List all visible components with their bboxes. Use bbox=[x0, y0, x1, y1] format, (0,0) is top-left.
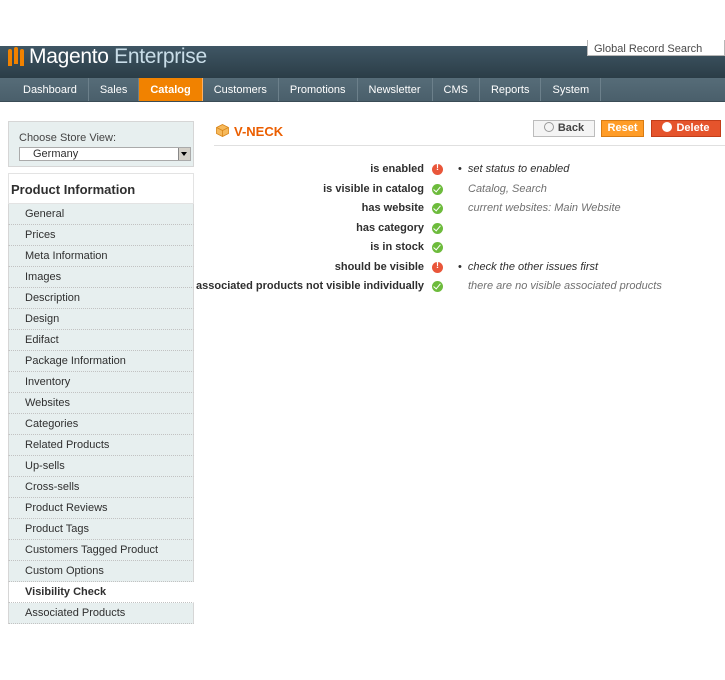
check-ok-icon bbox=[432, 281, 443, 292]
tab-product-tags[interactable]: Product Tags bbox=[8, 519, 194, 540]
delete-button[interactable]: Delete bbox=[651, 120, 721, 137]
check-label: has website bbox=[361, 202, 424, 214]
reset-button-label: Reset bbox=[607, 122, 638, 134]
nav-item-reports[interactable]: Reports bbox=[480, 78, 542, 101]
tab-customers-tagged-product[interactable]: Customers Tagged Product bbox=[8, 540, 194, 561]
check-note: there are no visible associated products bbox=[468, 280, 662, 292]
back-button[interactable]: Back bbox=[533, 120, 595, 137]
tab-associated-products[interactable]: Associated Products bbox=[8, 603, 194, 624]
reset-button[interactable]: Reset bbox=[601, 120, 644, 137]
page-title: V-NECK bbox=[234, 124, 284, 139]
check-note: check the other issues first bbox=[468, 261, 598, 273]
tab-cross-sells[interactable]: Cross-sells bbox=[8, 477, 194, 498]
nav-item-cms[interactable]: CMS bbox=[433, 78, 480, 101]
product-cube-icon bbox=[216, 124, 229, 137]
brand-name: Magento bbox=[29, 45, 109, 68]
delete-button-label: Delete bbox=[676, 122, 710, 134]
nav-item-sales[interactable]: Sales bbox=[89, 78, 140, 101]
magento-logo[interactable]: Magento Enterprise bbox=[8, 44, 207, 70]
nav-item-system[interactable]: System bbox=[541, 78, 602, 101]
check-note: set status to enabled bbox=[468, 163, 570, 175]
back-button-label: Back bbox=[557, 122, 585, 134]
nav-item-customers[interactable]: Customers bbox=[203, 78, 279, 101]
brand-suffix: Enterprise bbox=[114, 45, 207, 68]
check-note: Catalog, Search bbox=[468, 182, 547, 195]
nav-item-catalog[interactable]: Catalog bbox=[139, 78, 203, 101]
tab-custom-options[interactable]: Custom Options bbox=[8, 561, 194, 582]
tab-visibility-check[interactable]: Visibility Check bbox=[8, 582, 194, 603]
tab-product-reviews[interactable]: Product Reviews bbox=[8, 498, 194, 519]
logo-text: Magento Enterprise bbox=[29, 45, 207, 69]
tab-up-sells[interactable]: Up-sells bbox=[8, 456, 194, 477]
check-ok-icon bbox=[432, 183, 443, 195]
check-label: has category bbox=[356, 221, 424, 234]
check-label: is in stock bbox=[370, 241, 424, 253]
tab-edifact[interactable]: Edifact bbox=[8, 330, 194, 351]
nav-item-promotions[interactable]: Promotions bbox=[279, 78, 358, 101]
tab-design[interactable]: Design bbox=[8, 309, 194, 330]
check-label: associated products not visible individu… bbox=[196, 280, 424, 292]
check-label: is enabled bbox=[370, 163, 424, 175]
delete-icon bbox=[662, 122, 673, 132]
check-ok-icon bbox=[432, 242, 443, 253]
check-ok-icon bbox=[432, 222, 443, 234]
page-head: V-NECK Back Reset Delete bbox=[214, 120, 725, 146]
nav-item-newsletter[interactable]: Newsletter bbox=[358, 78, 433, 101]
store-switcher-label: Choose Store View: bbox=[19, 132, 117, 144]
store-view-select[interactable]: Germany bbox=[19, 147, 191, 161]
tab-related-products[interactable]: Related Products bbox=[8, 435, 194, 456]
tab-inventory[interactable]: Inventory bbox=[8, 372, 194, 393]
nav-item-dashboard[interactable]: Dashboard bbox=[12, 78, 89, 101]
error-icon bbox=[432, 162, 443, 175]
store-view-value: Germany bbox=[33, 148, 79, 160]
tab-websites[interactable]: Websites bbox=[8, 393, 194, 414]
check-ok-icon bbox=[432, 203, 443, 214]
error-icon bbox=[432, 260, 443, 273]
tab-package-information[interactable]: Package Information bbox=[8, 351, 194, 372]
main-nav: Dashboard Sales Catalog Customers Promotions… bbox=[0, 78, 725, 102]
global-search-input[interactable]: Global Record Search bbox=[587, 40, 725, 56]
back-arrow-icon bbox=[543, 122, 554, 132]
tab-categories[interactable]: Categories bbox=[8, 414, 194, 435]
check-label: is visible in catalog bbox=[323, 182, 424, 195]
check-note: current websites: Main Website bbox=[468, 202, 621, 214]
chevron-down-icon[interactable] bbox=[178, 148, 190, 160]
store-switcher: Choose Store View: Germany bbox=[8, 121, 194, 167]
check-label: should be visible bbox=[334, 260, 424, 273]
magento-logo-icon bbox=[8, 47, 24, 67]
